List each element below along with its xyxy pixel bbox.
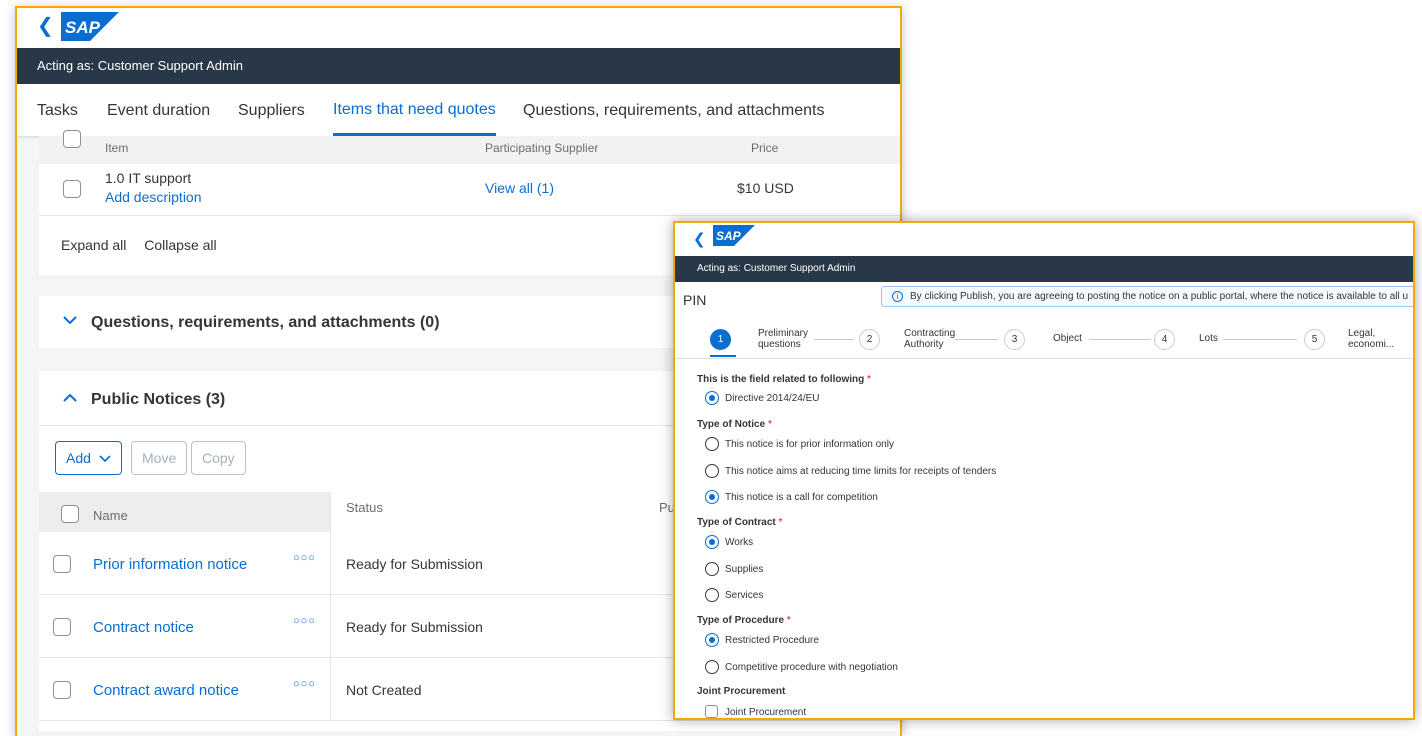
info-message: By clicking Publish, you are agreeing to… — [910, 291, 1409, 302]
tab-questions[interactable]: Questions, requirements, and attachments — [523, 84, 825, 136]
view-all-suppliers-link[interactable]: View all (1) — [485, 180, 554, 196]
sap-logo: SAP — [61, 12, 119, 41]
step-label: Object — [1053, 333, 1082, 344]
sap-logo: SAP — [713, 225, 755, 246]
radio-directive[interactable] — [705, 391, 719, 405]
acting-as-bar: Acting as: Customer Support Admin — [17, 48, 900, 84]
radio-call-for-competition[interactable] — [705, 490, 719, 504]
step-label: Lots — [1199, 333, 1218, 344]
row-checkbox[interactable] — [53, 618, 71, 636]
item-name: 1.0 IT support — [105, 170, 192, 186]
more-icon[interactable]: ○○○ — [293, 615, 316, 627]
expand-all-button[interactable]: Expand all — [61, 237, 126, 253]
tab-items-that-need-quotes[interactable]: Items that need quotes — [333, 84, 496, 136]
radio-prior-information[interactable] — [705, 437, 719, 451]
radio-works[interactable] — [705, 535, 719, 549]
items-table-header: Item Participating Supplier Price — [39, 130, 900, 164]
row-checkbox[interactable] — [53, 555, 71, 573]
notice-status: Not Created — [346, 682, 422, 698]
section-title: Questions, requirements, and attachments… — [91, 314, 440, 331]
row-checkbox[interactable] — [53, 681, 71, 699]
info-banner: i By clicking Publish, you are agreeing … — [881, 286, 1413, 307]
col-status: Status — [346, 500, 383, 515]
chevron-up-icon[interactable] — [61, 389, 79, 407]
option-label: This notice aims at reducing time limits… — [725, 466, 997, 477]
notice-name-link[interactable]: Contract notice — [93, 619, 194, 636]
option-label: Works — [725, 537, 754, 548]
copy-button[interactable]: Copy — [191, 441, 246, 475]
back-icon[interactable]: ❮ — [37, 16, 54, 36]
shell-bar: ❮ SAP — [675, 223, 1413, 256]
pin-window: ❮ SAP Acting as: Customer Support Admin … — [673, 221, 1415, 720]
collapse-all-button[interactable]: Collapse all — [144, 237, 216, 253]
step-2[interactable]: 2 — [859, 329, 880, 350]
info-icon: i — [892, 291, 903, 302]
option-label: Directive 2014/24/EU — [725, 393, 820, 404]
notice-name-link[interactable]: Prior information notice — [93, 556, 247, 573]
tab-suppliers[interactable]: Suppliers — [238, 84, 305, 136]
chevron-down-icon[interactable] — [61, 311, 79, 329]
page-title: PIN — [683, 292, 707, 308]
col-price: Price — [751, 141, 779, 155]
joint-procurement-checkbox[interactable] — [705, 705, 718, 718]
select-all-checkbox[interactable] — [61, 505, 79, 523]
col-supplier: Participating Supplier — [485, 141, 599, 155]
step-label: Legal, economi... — [1348, 328, 1395, 350]
tab-tasks[interactable]: Tasks — [37, 84, 78, 136]
section-title: Public Notices (3) — [91, 391, 226, 408]
radio-services[interactable] — [705, 588, 719, 602]
row-checkbox[interactable] — [63, 180, 81, 198]
field-label: Joint Procurement — [697, 686, 786, 697]
wizard-steps: 1 Preliminary questions 2 Contracting Auth… — [675, 314, 1413, 359]
svg-text:SAP: SAP — [65, 18, 101, 37]
option-label: Joint Procurement — [725, 707, 807, 718]
step-label: Contracting Authority — [904, 328, 956, 350]
expand-collapse: Expand all Collapse all — [61, 237, 217, 253]
add-button[interactable]: Add — [55, 441, 122, 475]
radio-reducing-time-limits[interactable] — [705, 464, 719, 478]
svg-text:SAP: SAP — [716, 229, 742, 243]
step-5[interactable]: 5 — [1304, 329, 1325, 350]
more-icon[interactable]: ○○○ — [293, 678, 316, 690]
chevron-down-icon — [99, 455, 111, 463]
tab-event-duration[interactable]: Event duration — [107, 84, 210, 136]
notice-status: Ready for Submission — [346, 619, 483, 635]
field-label: This is the field related to following * — [697, 374, 871, 385]
radio-restricted-procedure[interactable] — [705, 633, 719, 647]
move-button[interactable]: Move — [131, 441, 188, 475]
option-label: Restricted Procedure — [725, 635, 819, 646]
field-label: Type of Procedure * — [697, 615, 791, 626]
option-label: Supplies — [725, 564, 764, 575]
table-row: 1.0 IT support Add description View all … — [39, 164, 900, 216]
add-description-link[interactable]: Add description — [105, 189, 202, 205]
option-label: Competitive procedure with negotiation — [725, 662, 898, 673]
notice-name-link[interactable]: Contract award notice — [93, 682, 239, 699]
step-4[interactable]: 4 — [1154, 329, 1175, 350]
field-label: Type of Notice * — [697, 419, 772, 430]
select-all-checkbox[interactable] — [63, 130, 81, 148]
more-icon[interactable]: ○○○ — [293, 552, 316, 564]
notice-status: Ready for Submission — [346, 556, 483, 572]
col-name: Name — [93, 508, 128, 523]
item-price: $10 USD — [737, 180, 794, 196]
col-item: Item — [105, 141, 129, 155]
field-label: Type of Contract * — [697, 517, 783, 528]
shell-bar: ❮ SAP — [17, 8, 900, 48]
back-icon[interactable]: ❮ — [693, 230, 706, 248]
tab-bar: Tasks Event duration Suppliers Items tha… — [17, 84, 900, 136]
option-label: This notice is for prior information onl… — [725, 439, 894, 450]
step-label: Preliminary questions — [758, 328, 809, 350]
radio-supplies[interactable] — [705, 562, 719, 576]
step-1[interactable]: 1 — [710, 329, 731, 350]
acting-as-bar: Acting as: Customer Support Admin — [675, 256, 1413, 282]
active-step-indicator — [710, 355, 736, 357]
option-label: This notice is a call for competition — [725, 492, 878, 503]
step-3[interactable]: 3 — [1004, 329, 1025, 350]
option-label: Services — [725, 590, 764, 601]
radio-competitive-negotiation[interactable] — [705, 660, 719, 674]
